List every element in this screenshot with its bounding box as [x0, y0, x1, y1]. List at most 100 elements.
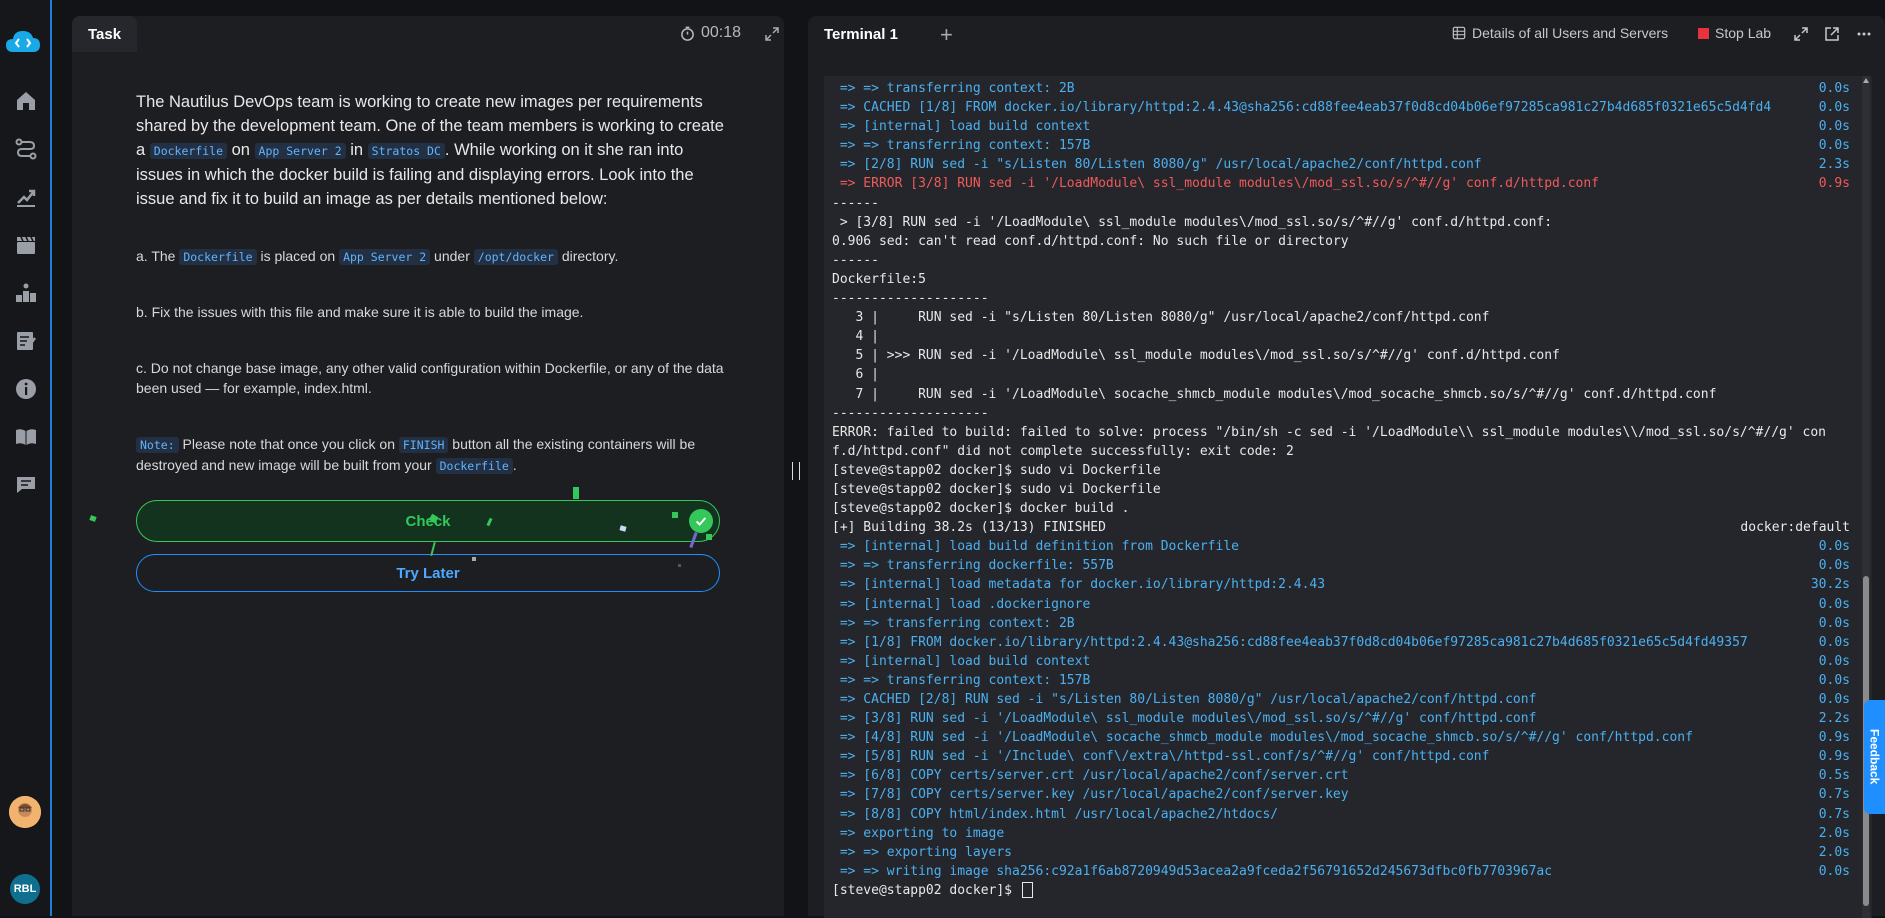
terminal-line: -------------------- — [832, 404, 1850, 423]
terminal-line-duration: 0.0s — [1818, 634, 1850, 650]
stop-lab-button[interactable]: Stop Lab — [1698, 25, 1771, 41]
terminal-line-text: [steve@stapp02 docker]$ sudo vi Dockerfi… — [832, 462, 1161, 478]
expand-icon[interactable] — [764, 26, 780, 42]
terminal-line-duration: 0.9s — [1818, 749, 1850, 765]
progress-chart-icon[interactable] — [12, 183, 40, 211]
chat-icon[interactable] — [12, 471, 40, 499]
terminal-line: => => transferring context: 157B 0.0s — [832, 671, 1850, 690]
terminal-line-duration: docker:default — [1740, 520, 1850, 536]
code-dockerfile: Dockerfile — [149, 143, 228, 159]
terminal-line-text: [steve@stapp02 docker]$ docker build . — [832, 501, 1130, 517]
confetti-piece — [573, 487, 579, 499]
add-terminal-button[interactable]: + — [940, 22, 953, 48]
task-note: Note: Please note that once you click on… — [136, 434, 726, 476]
feedback-tab[interactable]: Feedback — [1864, 700, 1885, 814]
note-text: . — [512, 457, 517, 473]
task-item-a: a. The Dockerfile is placed on App Serve… — [136, 246, 726, 267]
terminal-line-duration: 2.2s — [1818, 711, 1850, 727]
leaderboard-icon[interactable] — [12, 279, 40, 307]
tab-terminal-1[interactable]: Terminal 1 — [808, 16, 914, 52]
avatar[interactable] — [9, 796, 41, 828]
details-link[interactable]: Details of all Users and Servers — [1452, 25, 1668, 41]
terminal-line-text: [steve@stapp02 docker]$ — [832, 882, 1020, 898]
terminal-line-duration: 2.0s — [1818, 825, 1850, 841]
servers-icon — [1452, 26, 1466, 40]
terminal-line: => [2/8] RUN sed -i "s/Listen 80/Listen … — [832, 155, 1850, 174]
user-initials-badge[interactable]: RBL — [10, 874, 40, 904]
item-text: directory. — [557, 248, 619, 264]
terminal-line-text: => [2/8] RUN sed -i "s/Listen 80/Listen … — [832, 157, 1482, 173]
terminal-cursor — [1021, 882, 1033, 899]
terminal-line-text: => => transferring context: 157B — [832, 138, 1091, 154]
terminal-line: 6 | — [832, 365, 1850, 384]
code-datacenter: Stratos DC — [367, 143, 445, 159]
assignment-icon[interactable] — [12, 327, 40, 355]
stop-lab-label: Stop Lab — [1715, 25, 1772, 41]
terminal-line-duration: 0.0s — [1818, 100, 1850, 116]
terminal-line-duration: 0.0s — [1818, 672, 1850, 688]
stop-icon — [1698, 27, 1709, 39]
check-button[interactable]: Check — [136, 500, 720, 542]
terminal-screen[interactable]: => => transferring context: 2B 0.0s => CA… — [824, 76, 1872, 918]
terminal-line: => => transferring context: 2B 0.0s — [832, 614, 1850, 633]
terminal-line-text: => [1/8] FROM docker.io/library/httpd:2.… — [832, 634, 1748, 650]
terminal-line-text: => [8/8] COPY html/index.html /usr/local… — [832, 806, 1279, 822]
task-tabbar: Task 00:18 — [72, 16, 784, 52]
clapperboard-icon[interactable] — [12, 231, 40, 259]
terminal-line-text: 3 | RUN sed -i "s/Listen 80/Listen 8080/… — [832, 310, 1490, 326]
terminal-line-text: 7 | RUN sed -i '/LoadModule\ socache_shm… — [832, 386, 1717, 402]
info-icon[interactable] — [12, 375, 40, 403]
code-directory: /opt/docker — [473, 249, 558, 265]
terminal-line-text: => [3/8] RUN sed -i '/LoadModule\ ssl_mo… — [832, 711, 1537, 727]
confetti-piece — [678, 564, 681, 567]
feedback-label: Feedback — [1867, 729, 1882, 785]
terminal-line: => [8/8] COPY html/index.html /usr/local… — [832, 805, 1850, 824]
terminal-line: => [4/8] RUN sed -i '/LoadModule\ socach… — [832, 728, 1850, 747]
terminal-line-duration: 0.0s — [1818, 119, 1850, 135]
terminal-line-text: => [internal] load build context — [832, 653, 1091, 669]
terminal-line-text: => [internal] load build context — [832, 119, 1091, 135]
code-app-server: App Server 2 — [339, 249, 431, 265]
terminal-line-text: => => transferring dockerfile: 557B — [832, 558, 1114, 574]
terminal-line: => [6/8] COPY certs/server.crt /usr/loca… — [832, 766, 1850, 785]
terminal-line-text: > [3/8] RUN sed -i '/LoadModule\ ssl_mod… — [832, 214, 1553, 230]
intro-text: on — [227, 141, 255, 159]
terminal-line-text: => [6/8] COPY certs/server.crt /usr/loca… — [832, 768, 1349, 784]
terminal-line: 7 | RUN sed -i '/LoadModule\ socache_shm… — [832, 385, 1850, 404]
terminal-line: => => transferring context: 2B 0.0s — [832, 79, 1850, 98]
timer-value: 00:18 — [701, 24, 742, 41]
fullscreen-icon[interactable] — [1793, 26, 1809, 42]
home-icon[interactable] — [12, 87, 40, 115]
terminal-line-text: -------------------- — [832, 405, 989, 421]
check-button-label: Check — [405, 512, 451, 530]
route-icon[interactable] — [12, 135, 40, 163]
more-options-icon[interactable] — [1856, 26, 1872, 42]
terminal-line-duration: 0.9s — [1818, 176, 1850, 192]
item-text: is placed on — [256, 248, 340, 264]
terminal-line-duration: 0.0s — [1818, 539, 1850, 555]
terminal-line-text: 6 | — [832, 367, 879, 383]
terminal-line: => [internal] load .dockerignore 0.0s — [832, 595, 1850, 614]
timer: 00:18 — [680, 24, 741, 42]
cloud-code-logo-icon[interactable] — [4, 26, 42, 56]
terminal-line-text: => [internal] load .dockerignore — [832, 596, 1091, 612]
terminal-line-duration: 2.0s — [1818, 844, 1850, 860]
terminal-line: ERROR: failed to build: failed to solve:… — [832, 423, 1850, 442]
terminal-line-duration: 0.0s — [1818, 615, 1850, 631]
panel-splitter[interactable] — [792, 462, 800, 480]
terminal-line: => [internal] load build context 0.0s — [832, 117, 1850, 136]
terminal-line: => CACHED [1/8] FROM docker.io/library/h… — [832, 98, 1850, 117]
task-item-c: c. Do not change base image, any other v… — [136, 360, 724, 396]
terminal-line: => [7/8] COPY certs/server.key /usr/loca… — [832, 785, 1850, 804]
terminal-line: => => exporting layers 2.0s — [832, 843, 1850, 862]
scroll-up-arrow-icon[interactable] — [1863, 78, 1869, 83]
terminal-line: [steve@stapp02 docker]$ — [832, 881, 1850, 900]
terminal-line-duration: 0.0s — [1818, 81, 1850, 96]
tab-task[interactable]: Task — [72, 16, 138, 52]
terminal-line-text: => ERROR [3/8] RUN sed -i '/LoadModule\ … — [832, 176, 1600, 192]
external-link-icon[interactable] — [1824, 26, 1840, 42]
terminal-line-text: ------ — [832, 195, 879, 211]
book-icon[interactable] — [12, 423, 40, 451]
terminal-line-text: => CACHED [2/8] RUN sed -i "s/Listen 80/… — [832, 692, 1537, 707]
try-later-button[interactable]: Try Later — [136, 554, 720, 592]
